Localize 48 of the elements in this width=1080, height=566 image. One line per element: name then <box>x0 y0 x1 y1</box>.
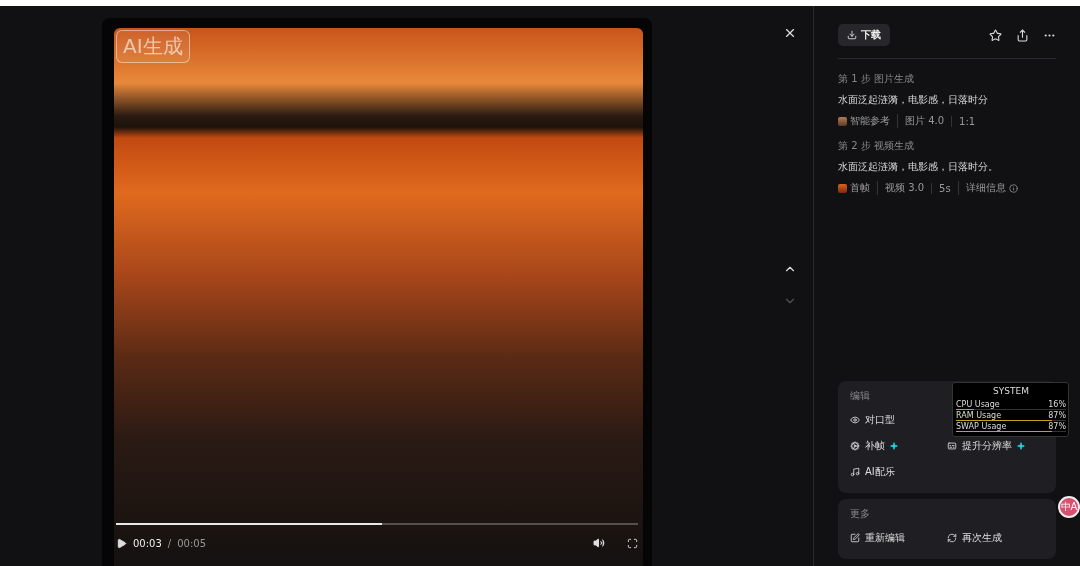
download-button[interactable]: 下载 <box>838 24 890 46</box>
card-title: 更多 <box>850 507 870 521</box>
gear-icon <box>850 441 860 451</box>
edit-icon <box>850 533 860 543</box>
usage-value: 87% <box>1048 422 1066 431</box>
prompt-text: 水面泛起涟漪，电影感，日落时分 <box>838 93 989 107</box>
meta-label: 智能参考 <box>850 114 890 128</box>
usage-label: RAM Usage <box>956 411 1002 420</box>
step-title: 第 2 步 视频生成 <box>838 139 915 153</box>
ai-badge: AI生成 <box>116 30 190 63</box>
meta-label: 5s <box>931 182 951 194</box>
step-title: 第 1 步 图片生成 <box>838 72 915 86</box>
action-button[interactable]: 对口型 <box>850 413 895 427</box>
thumbnail-photo <box>838 183 847 193</box>
details-link[interactable]: 详细信息 <box>957 181 1018 195</box>
prompt-text: 水面泛起涟漪，电影感，日落时分。 <box>838 160 999 174</box>
action-button[interactable]: 再次生成 <box>947 531 1002 545</box>
action-button[interactable]: AI配乐 <box>850 465 895 479</box>
monitor-title: SYSTEM <box>992 386 1030 396</box>
fullscreen-button[interactable] <box>627 537 638 549</box>
volume-button[interactable] <box>593 537 605 549</box>
refresh-icon <box>947 533 957 543</box>
meta-label: 图片 4.0 <box>897 114 945 128</box>
action-button[interactable]: 补帧 <box>850 439 898 453</box>
time-separator: / <box>167 537 172 549</box>
info-icon <box>1008 183 1018 193</box>
rectangle-icon <box>947 441 957 451</box>
action-button[interactable]: 提升分辨率 <box>947 439 1025 453</box>
meta-label: 视频 3.0 <box>877 181 925 195</box>
meta-label: 1:1 <box>951 115 976 127</box>
meta-label: 首帧 <box>850 181 870 195</box>
action-button[interactable]: 重新编辑 <box>850 531 905 545</box>
card-title: 编辑 <box>850 389 870 403</box>
music-note-icon <box>850 467 860 477</box>
usage-label: CPU Usage <box>956 400 1000 409</box>
usage-value: 16% <box>1048 400 1066 409</box>
usage-label: SWAP Usage <box>956 422 1007 431</box>
thumbnail-photo <box>838 116 847 126</box>
duration: 00:05 <box>177 537 207 549</box>
eye-icon <box>850 415 860 425</box>
star-icon[interactable] <box>989 28 1002 42</box>
share-icon[interactable] <box>1016 28 1029 42</box>
play-button[interactable] <box>116 537 127 549</box>
close-button[interactable] <box>783 26 797 40</box>
translate-button[interactable]: 中A <box>1058 496 1080 518</box>
usage-value: 87% <box>1048 411 1066 420</box>
download-icon <box>847 30 857 40</box>
current-time: 00:03 <box>133 537 162 549</box>
